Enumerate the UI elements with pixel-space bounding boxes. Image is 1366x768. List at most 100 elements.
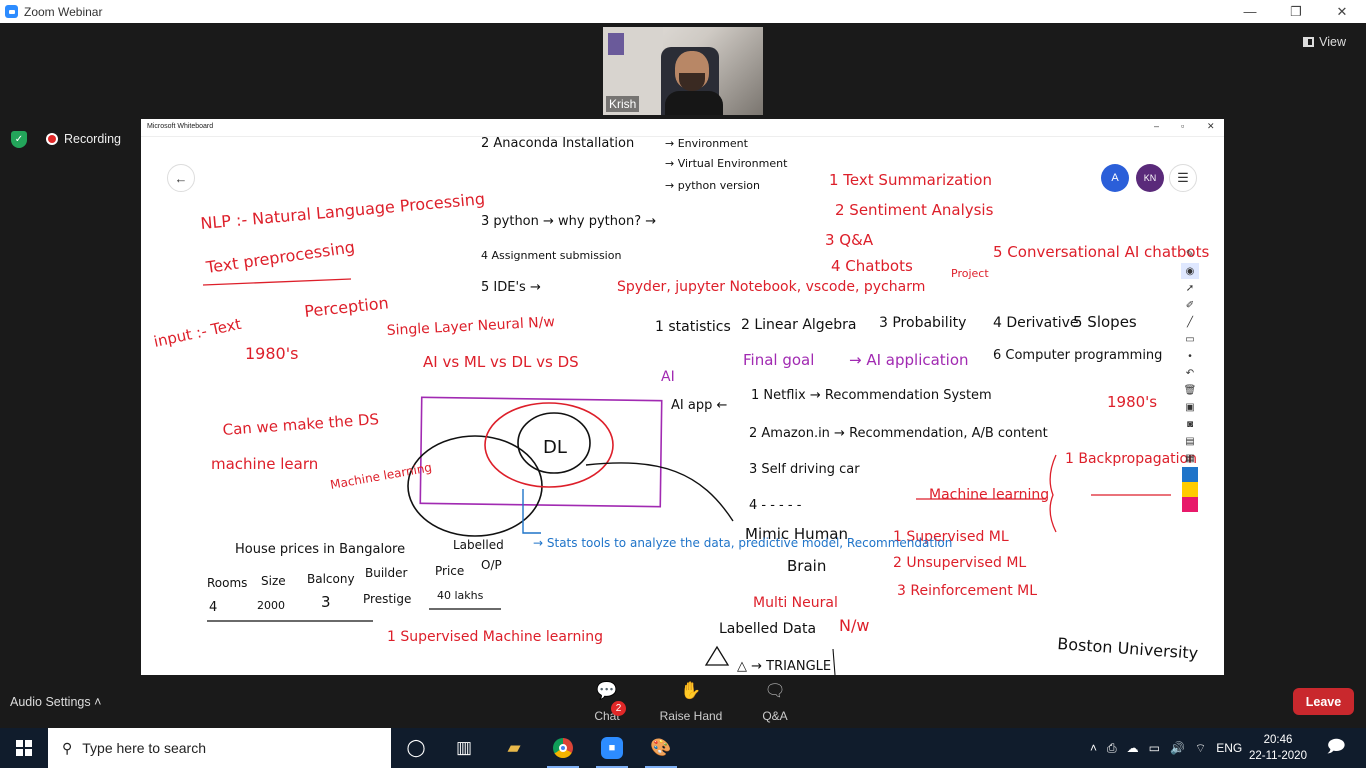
connector-line xyxy=(585,462,734,522)
clock-time: 20:46 xyxy=(1263,734,1293,746)
note-qa: 3 Q&A xyxy=(825,231,874,249)
back-button[interactable]: ← xyxy=(167,164,195,192)
close-icon[interactable]: ✕ xyxy=(1319,0,1365,23)
dot-icon[interactable]: • xyxy=(1181,348,1199,364)
meet-icon[interactable]: ⎙ xyxy=(1107,741,1117,756)
col-balcony: Balcony xyxy=(307,572,355,586)
note-machine-learning: Machine learning xyxy=(929,487,1049,503)
note-ides: 5 IDE's → xyxy=(481,280,541,295)
note-item-4: 4 - - - - - xyxy=(749,498,802,513)
audio-settings[interactable]: Audio Settings ˄ xyxy=(10,695,101,709)
note-backprop: 1 Backpropagation xyxy=(1065,451,1197,467)
language-indicator[interactable]: ENG xyxy=(1216,741,1242,755)
chevron-up-tray-icon[interactable]: ˄ xyxy=(1090,741,1097,755)
search-box[interactable]: ⚲ Type here to search xyxy=(48,728,391,768)
task-view-icon[interactable]: ▥ xyxy=(440,728,488,768)
paint-icon[interactable]: 🎨 xyxy=(637,728,685,768)
wb-close-icon[interactable]: ✕ xyxy=(1207,121,1215,132)
chat-icon: 💬 xyxy=(596,681,618,700)
security-shield-icon[interactable]: ✓ xyxy=(11,131,27,148)
note-nw: N/w xyxy=(839,616,869,635)
select-icon[interactable]: ➚ xyxy=(1181,280,1199,296)
wb-restore-icon[interactable]: ▫ xyxy=(1181,121,1184,131)
note-dl: DL xyxy=(543,437,567,458)
image-icon[interactable]: ▣ xyxy=(1181,399,1199,415)
clock[interactable]: 20:46 22-11-2020 xyxy=(1248,732,1308,764)
volume-icon[interactable]: 🔊 xyxy=(1170,741,1185,755)
cell-rooms: 4 xyxy=(209,600,217,615)
raise-hand-button[interactable]: ✋ Raise Hand xyxy=(656,679,726,723)
note-probability: 3 Probability xyxy=(879,315,966,331)
note-machine-learning-label: Machine learning xyxy=(329,460,433,492)
note-icon[interactable]: ▦ xyxy=(1181,450,1199,466)
pink-swatch[interactable] xyxy=(1182,497,1198,512)
onedrive-icon[interactable]: ☁ xyxy=(1127,741,1139,755)
yellow-swatch[interactable] xyxy=(1182,482,1198,497)
note-anaconda: 2 Anaconda Installation xyxy=(481,137,634,151)
qa-label: Q&A xyxy=(762,709,788,723)
chrome-icon[interactable] xyxy=(539,728,587,768)
recording-indicator[interactable]: Recording xyxy=(46,132,121,146)
clock-date: 22-11-2020 xyxy=(1249,750,1307,762)
recording-label: Recording xyxy=(64,132,121,146)
start-button[interactable] xyxy=(0,728,48,768)
note-python-version: → python version xyxy=(665,179,760,192)
cortana-icon[interactable]: ◯ xyxy=(392,728,440,768)
taskbar: ⚲ Type here to search ◯ ▥ ▰ ■ 🎨 ˄ ⎙ ☁ ▭ … xyxy=(0,728,1366,768)
raise-hand-label: Raise Hand xyxy=(659,709,723,723)
note-statistics: 1 statistics xyxy=(655,319,731,335)
cell-size: 2000 xyxy=(257,599,285,612)
menu-button[interactable]: ☰ xyxy=(1169,164,1197,192)
leave-button[interactable]: Leave xyxy=(1293,688,1354,715)
blue-swatch[interactable] xyxy=(1182,467,1198,482)
zoom-taskbar-icon[interactable]: ■ xyxy=(588,728,636,768)
note-ide-list: Spyder, jupyter Notebook, vscode, pychar… xyxy=(617,279,925,295)
note-programming: 6 Computer programming xyxy=(993,348,1162,363)
note-stats-tools: → Stats tools to analyze the data, predi… xyxy=(533,536,952,550)
note-slopes: 5 Slopes xyxy=(1073,313,1137,331)
qa-button[interactable]: 🗨 Q&A xyxy=(756,679,794,723)
eraser-icon[interactable]: ▭ xyxy=(1181,331,1199,347)
user-avatar[interactable]: A xyxy=(1101,164,1129,192)
whiteboard-canvas[interactable]: 2 Anaconda Installation → Environment → … xyxy=(141,137,1224,675)
note-supervised-ml-bottom: 1 Supervised Machine learning xyxy=(387,629,603,645)
file-explorer-icon[interactable]: ▰ xyxy=(490,728,538,768)
triangle-shape xyxy=(704,645,730,666)
text-underline xyxy=(202,278,352,286)
participant-video[interactable]: Krish xyxy=(603,27,763,115)
note-op: O/P xyxy=(481,558,502,572)
brace xyxy=(1049,454,1057,533)
cell-builder: Prestige xyxy=(363,592,411,606)
note-why-python: 3 python → why python? → xyxy=(481,214,656,229)
view-button[interactable]: View xyxy=(1303,35,1346,49)
search-icon: ⚲ xyxy=(62,739,73,756)
cell-price: 40 lakhs xyxy=(437,589,484,602)
ink-toolbar: ✎ ◉ ➚ ✐ ╱ ▭ • ↶ 🗑 ▣ ◙ ▤ ▦ xyxy=(1181,246,1199,516)
delete-icon[interactable]: 🗑 xyxy=(1181,382,1199,398)
note-sentiment: 2 Sentiment Analysis xyxy=(835,201,994,219)
eye-icon[interactable]: ◉ xyxy=(1181,263,1199,279)
ruler-icon[interactable]: ╱ xyxy=(1181,314,1199,330)
ink-mode-icon[interactable]: ✎ xyxy=(1181,246,1199,262)
undo-icon[interactable]: ↶ xyxy=(1181,365,1199,381)
blue-connector xyxy=(522,489,541,534)
wifi-icon[interactable]: ⌔ xyxy=(1195,741,1206,756)
stroke-mark xyxy=(832,648,836,675)
note-perception: Perception xyxy=(303,293,389,321)
cell-balcony: 3 xyxy=(321,593,331,611)
pen-icon[interactable]: ✐ xyxy=(1181,297,1199,313)
note-conversational: 5 Conversational AI chatbots xyxy=(993,243,1209,261)
camera-icon[interactable]: ◙ xyxy=(1181,416,1199,432)
note-unsupervised-ml: 2 Unsupervised ML xyxy=(893,555,1026,571)
note-house-prices: House prices in Bangalore xyxy=(235,542,405,557)
restore-icon[interactable]: ❐ xyxy=(1273,0,1319,23)
wb-minimize-icon[interactable]: – xyxy=(1154,121,1159,131)
view-label: View xyxy=(1319,35,1346,49)
notifications-icon[interactable]: 🗩 xyxy=(1312,728,1360,768)
minimize-icon[interactable]: — xyxy=(1227,0,1273,23)
note-labelled: Labelled xyxy=(453,538,504,552)
network-icon[interactable]: ▭ xyxy=(1149,741,1160,755)
clipboard-icon[interactable]: ▤ xyxy=(1181,433,1199,449)
search-placeholder: Type here to search xyxy=(82,740,207,756)
kn-avatar[interactable]: KN xyxy=(1136,164,1164,192)
